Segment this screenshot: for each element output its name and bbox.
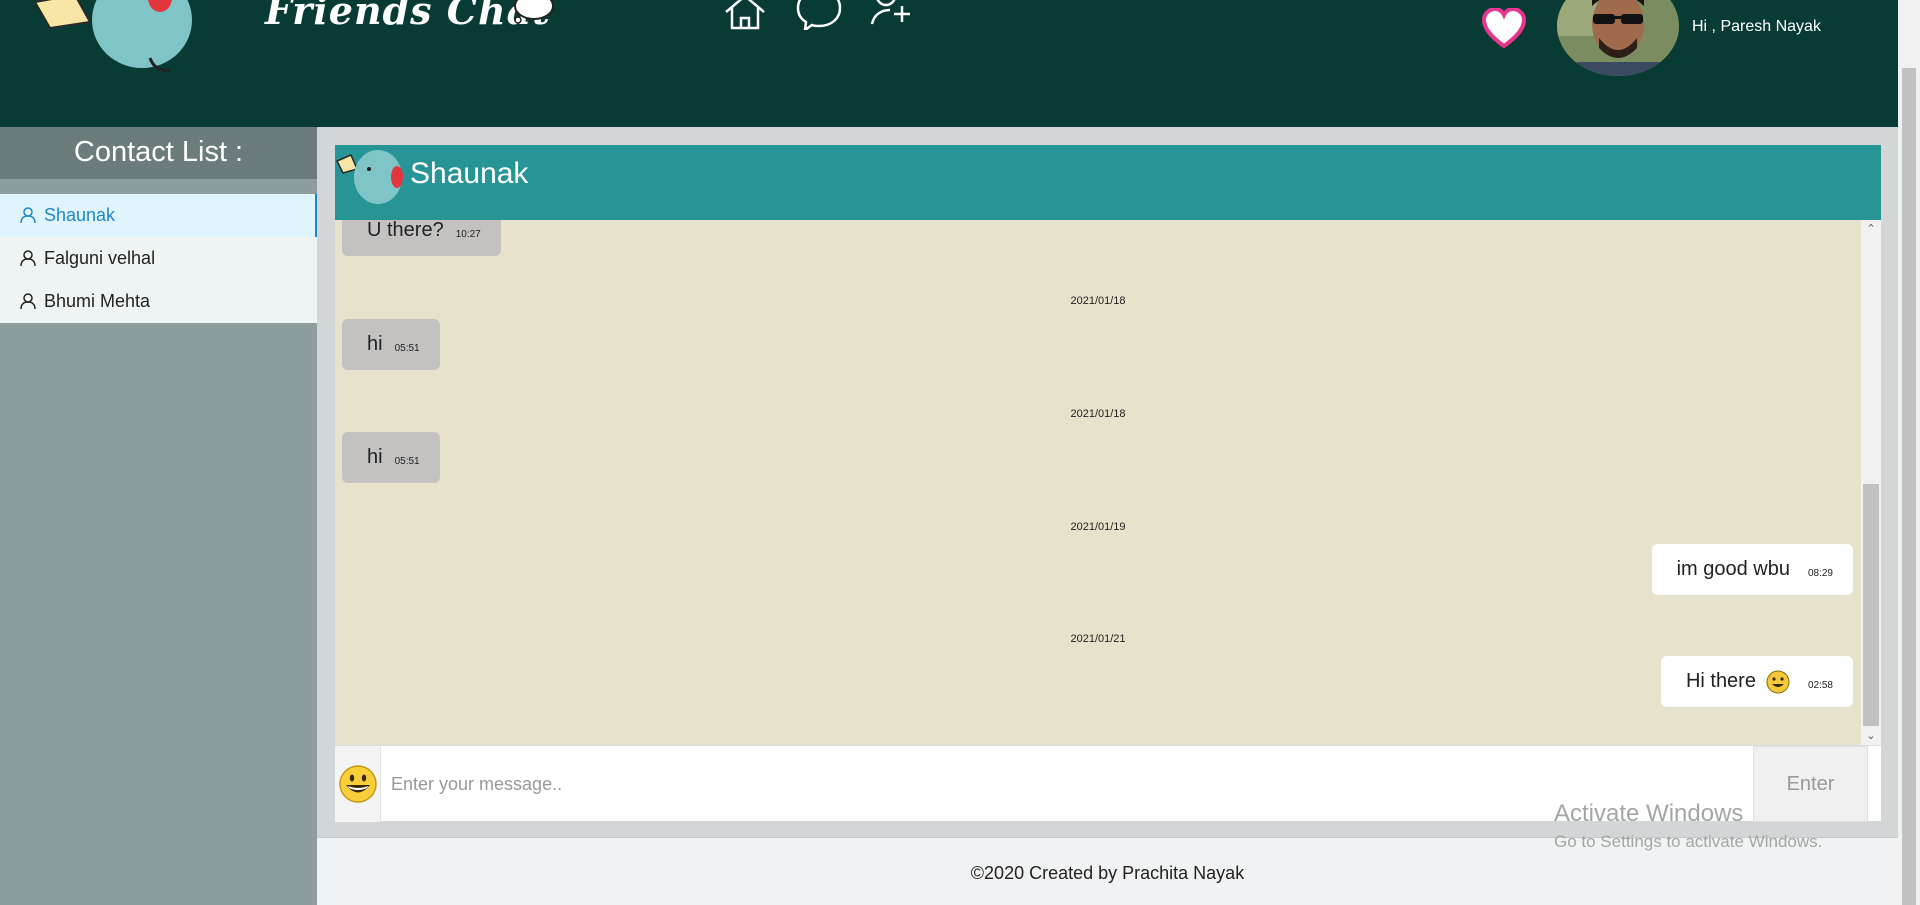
page-scrollbar[interactable] xyxy=(1898,0,1920,905)
date-separator: 2021/01/18 xyxy=(1070,408,1126,420)
emoji-picker-button[interactable] xyxy=(335,746,381,822)
smiley-icon xyxy=(338,765,377,803)
message-incoming: hi 05:51 xyxy=(342,432,440,483)
message-time: 08:29 xyxy=(1807,568,1833,579)
message-time: 05:51 xyxy=(394,343,420,354)
top-header: Friends Chat Hi , Paresh Nayak xyxy=(0,0,1898,127)
contact-list: Shaunak Falguni velhal Bhumi Mehta xyxy=(0,194,317,323)
message-composer: Enter xyxy=(335,745,1881,822)
page-scrollbar-thumb[interactable] xyxy=(1902,68,1916,905)
contact-name: Shaunak xyxy=(44,205,116,225)
date-separator: 2021/01/18 xyxy=(1070,295,1126,307)
user-icon xyxy=(20,293,36,310)
message-text: Hi there xyxy=(1685,670,1756,692)
message-time: 10:27 xyxy=(455,229,481,240)
message-outgoing: Hi there 02:58 xyxy=(1660,656,1853,707)
send-button[interactable]: Enter xyxy=(1753,746,1868,822)
message-text: hi xyxy=(367,446,383,468)
message-incoming: hi 05:51 xyxy=(342,319,440,370)
scroll-up-arrow-icon[interactable]: ⌃ xyxy=(1865,223,1877,235)
message-outgoing: im good wbu 08:29 xyxy=(1651,544,1853,595)
contact-name: Falguni velhal xyxy=(44,248,156,268)
brand-title: Friends Chat xyxy=(265,0,551,33)
avatar-photo xyxy=(1557,0,1679,76)
contact-name: Bhumi Mehta xyxy=(44,291,151,311)
message-text: U there? xyxy=(367,220,444,241)
message-text: hi xyxy=(367,333,383,355)
chat-contact-name: Shaunak xyxy=(410,157,529,190)
user-avatar[interactable] xyxy=(1557,0,1679,76)
message-list[interactable]: U there? 10:27 2021/01/18 hi 05:51 2021/… xyxy=(335,220,1861,745)
contact-item-bhumi-mehta[interactable]: Bhumi Mehta xyxy=(0,280,317,323)
user-greeting: Hi , Paresh Nayak xyxy=(1692,18,1821,35)
contact-item-falguni-velhal[interactable]: Falguni velhal xyxy=(0,237,317,280)
contact-list-title: Contact List : xyxy=(0,127,317,179)
user-icon xyxy=(20,207,36,224)
sidebar-spacer xyxy=(0,179,317,194)
heart-icon[interactable] xyxy=(1482,8,1526,50)
message-text: im good wbu xyxy=(1676,558,1790,580)
date-separator: 2021/01/19 xyxy=(1070,521,1126,533)
footer: ©2020 Created by Prachita Nayak xyxy=(317,838,1898,905)
message-scrollbar[interactable]: ⌃ ⌄ xyxy=(1861,220,1881,745)
add-friend-icon[interactable] xyxy=(870,0,916,30)
user-icon xyxy=(20,250,36,267)
bird-logo-icon xyxy=(33,0,192,72)
contact-item-shaunak[interactable]: Shaunak xyxy=(0,194,317,237)
contact-sidebar: Contact List : Shaunak Falguni velhal Bh… xyxy=(0,127,317,905)
bird-avatar-icon xyxy=(335,150,403,204)
date-separator: 2021/01/21 xyxy=(1070,633,1126,645)
messenger-icon[interactable] xyxy=(796,0,842,30)
message-time: 02:58 xyxy=(1807,680,1833,691)
message-input[interactable] xyxy=(383,746,1753,822)
message-time: 05:51 xyxy=(394,456,420,467)
scrollbar-thumb[interactable] xyxy=(1863,484,1879,726)
smiley-icon xyxy=(1766,670,1790,693)
chat-bubble-icon xyxy=(514,0,554,24)
home-icon[interactable] xyxy=(722,0,768,30)
chat-header: Shaunak xyxy=(335,145,1881,220)
message-incoming: U there? 10:27 xyxy=(342,220,501,256)
scroll-down-arrow-icon[interactable]: ⌄ xyxy=(1865,730,1877,742)
